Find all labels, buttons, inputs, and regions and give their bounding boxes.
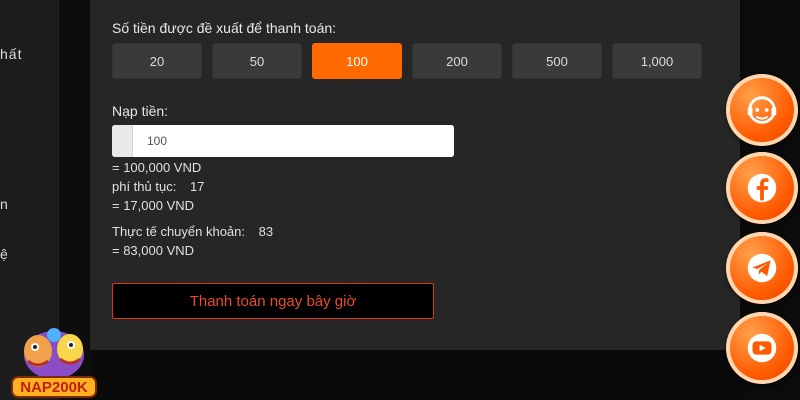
- support-button[interactable]: [726, 74, 798, 146]
- support-icon: [747, 96, 777, 124]
- fee-label: phí thủ tục:: [112, 179, 177, 194]
- actual-transfer-equivalent: = 83,000 VND: [112, 243, 195, 258]
- deposit-equivalent: = 100,000 VND: [112, 160, 202, 175]
- sidebar-item-1[interactable]: hất: [0, 46, 22, 62]
- facebook-icon: [747, 173, 777, 203]
- youtube-button[interactable]: [726, 312, 798, 384]
- fee-row: phí thủ tục: 17: [112, 179, 204, 194]
- pay-now-button[interactable]: Thanh toán ngay bây giờ: [112, 283, 434, 319]
- nap200k-mascot-logo[interactable]: NAP200K: [8, 325, 100, 400]
- sidebar-item-2[interactable]: n: [0, 196, 9, 212]
- deposit-input-wrapper: [112, 125, 454, 157]
- bottom-strip: [90, 350, 740, 400]
- amount-option-100[interactable]: 100: [312, 43, 402, 79]
- amount-option-500[interactable]: 500: [512, 43, 602, 79]
- youtube-icon: [747, 333, 777, 363]
- actual-transfer-row: Thực tế chuyển khoản: 83: [112, 224, 273, 239]
- amount-option-20[interactable]: 20: [112, 43, 202, 79]
- telegram-icon: [747, 253, 777, 283]
- deposit-input[interactable]: [133, 125, 454, 157]
- amount-option-1000[interactable]: 1,000: [612, 43, 702, 79]
- amount-option-200[interactable]: 200: [412, 43, 502, 79]
- fee-value: 17: [189, 179, 205, 194]
- mascot-brand-text: NAP200K: [20, 379, 88, 396]
- suggested-amount-title: Số tiền được đề xuất để thanh toán:: [112, 20, 337, 36]
- deposit-label: Nạp tiền:: [112, 103, 169, 119]
- fee-equivalent: = 17,000 VND: [112, 198, 195, 213]
- actual-transfer-value: 83: [258, 224, 274, 239]
- telegram-button[interactable]: [726, 232, 798, 304]
- actual-transfer-label: Thực tế chuyển khoản:: [112, 224, 246, 239]
- facebook-button[interactable]: [726, 152, 798, 224]
- amount-options: 20 50 100 200 500 1,000: [112, 43, 702, 79]
- input-prefix: [112, 125, 133, 157]
- sidebar-item-3[interactable]: ệ: [0, 246, 9, 262]
- payment-panel: Số tiền được đề xuất để thanh toán: 20 5…: [90, 0, 740, 350]
- amount-option-50[interactable]: 50: [212, 43, 302, 79]
